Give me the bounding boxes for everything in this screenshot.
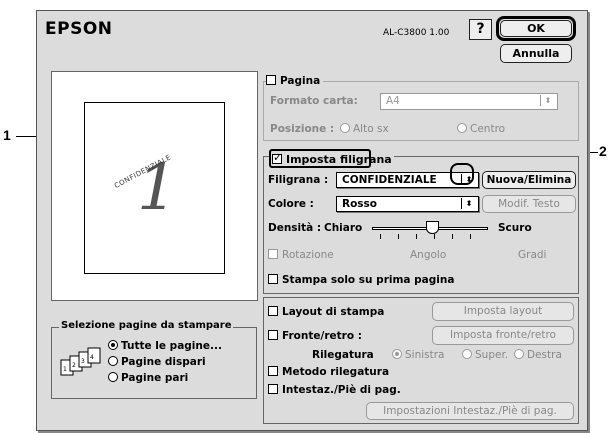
printer-model: AL-C3800 1.00 <box>383 28 450 38</box>
density-tick <box>380 234 381 239</box>
paper-size-arrow-icon: ⬍ <box>540 95 555 106</box>
density-min-label: Chiaro <box>324 222 363 234</box>
preview-panel: 1 CONFIDENZIALE <box>51 71 258 301</box>
layout-settings-button[interactable]: Imposta layout <box>432 302 574 321</box>
color-label: Colore : <box>268 198 314 210</box>
page-selection-all[interactable]: Tutte le pagine... <box>108 340 222 352</box>
color-popup[interactable]: Rosso ⬍ <box>336 196 479 212</box>
svg-text:4: 4 <box>90 354 94 361</box>
print-layout-checkbox[interactable]: Layout di stampa <box>268 306 384 318</box>
header-footer-checkbox-box[interactable] <box>268 384 278 394</box>
density-tick <box>470 234 471 239</box>
radio-odd-pages[interactable] <box>108 356 118 366</box>
ok-button[interactable]: OK <box>500 20 572 37</box>
help-button[interactable]: ? <box>469 19 492 40</box>
cancel-button[interactable]: Annulla <box>500 44 572 63</box>
print-layout-checkbox-box[interactable] <box>268 306 278 316</box>
edit-text-button[interactable]: Modif. Testo <box>482 195 576 213</box>
svg-text:2: 2 <box>72 362 76 369</box>
layout-group: Layout di stampa Imposta layout Fronte/r… <box>263 297 579 424</box>
density-max-label: Scuro <box>498 222 532 234</box>
binding-top[interactable]: Super. <box>462 349 508 361</box>
watermark-group: Imposta filigrana Filigrana : CONFIDENZI… <box>263 151 579 294</box>
page-selection-odd[interactable]: Pagine dispari <box>108 356 206 368</box>
duplex-settings-button[interactable]: Imposta fronte/retro <box>432 326 574 345</box>
radio-center[interactable] <box>457 123 467 133</box>
page-selection-title: Selezione pagine da stampare <box>59 320 234 331</box>
paper-size-label: Formato carta: <box>270 95 358 107</box>
page-selection-even[interactable]: Pagine pari <box>108 372 188 384</box>
header-footer-checkbox[interactable]: Intestaz./Piè di pag. <box>268 384 401 396</box>
svg-text:1: 1 <box>63 366 67 373</box>
binding-method-checkbox[interactable]: Metodo rilegatura <box>268 366 389 378</box>
callout-1: 1 <box>3 127 11 143</box>
first-page-only-checkbox-box[interactable] <box>268 274 278 284</box>
density-tick <box>416 234 417 239</box>
binding-right[interactable]: Destra <box>514 349 562 361</box>
radio-binding-top[interactable] <box>462 349 472 359</box>
position-top-left[interactable]: Alto sx <box>340 123 389 135</box>
radio-top-left[interactable] <box>340 123 350 133</box>
density-slider-thumb[interactable] <box>426 221 439 234</box>
radio-all-pages[interactable] <box>108 340 118 350</box>
density-tick <box>452 234 453 239</box>
preview-page: 1 CONFIDENZIALE <box>84 102 225 274</box>
density-label: Densità : <box>268 222 322 234</box>
page-setup-checkbox[interactable]: Pagina <box>266 75 324 87</box>
callout-2-highlight <box>450 163 474 185</box>
paper-size-popup[interactable]: A4 ⬍ <box>380 93 558 110</box>
page-setup-group: Pagina Formato carta: A4 ⬍ Posizione : A… <box>263 75 579 141</box>
page-selection-group: Selezione pagine da stampare 1 2 3 4 Tut… <box>51 320 257 399</box>
degrees-label: Gradi <box>518 249 547 261</box>
position-label: Posizione : <box>270 123 335 135</box>
binding-method-checkbox-box[interactable] <box>268 366 278 376</box>
density-tick <box>398 234 399 239</box>
header-footer-settings-button[interactable]: Impostazioni Intestaz./Piè di pag. <box>366 402 574 420</box>
density-tick <box>434 234 435 239</box>
pages-stack-icon: 1 2 3 4 <box>60 347 101 376</box>
new-delete-button[interactable]: Nuova/Elimina <box>482 171 576 189</box>
duplex-checkbox[interactable]: Fronte/retro : <box>268 330 362 342</box>
watermark-dialog: EPSON AL-C3800 1.00 ? OK Annulla 1 CONFI… <box>36 10 588 431</box>
duplex-checkbox-box[interactable] <box>268 330 278 340</box>
rotation-checkbox-box[interactable] <box>268 249 278 259</box>
callout-1-highlight <box>269 149 371 168</box>
svg-text:3: 3 <box>81 358 85 365</box>
epson-logo: EPSON <box>45 19 113 39</box>
binding-label: Rilegatura <box>312 349 374 361</box>
rotation-checkbox[interactable]: Rotazione <box>268 249 334 261</box>
page-setup-checkbox-box[interactable] <box>266 75 276 85</box>
watermark-label: Filigrana : <box>268 174 329 186</box>
color-arrow-icon: ⬍ <box>461 198 476 209</box>
radio-binding-right[interactable] <box>514 349 524 359</box>
radio-even-pages[interactable] <box>108 372 118 382</box>
position-center[interactable]: Centro <box>457 123 505 135</box>
first-page-only-checkbox[interactable]: Stampa solo su prima pagina <box>268 274 454 286</box>
radio-binding-left[interactable] <box>392 349 402 359</box>
binding-left[interactable]: Sinistra <box>392 349 445 361</box>
angle-label: Angolo <box>410 249 447 261</box>
callout-2: 2 <box>599 143 607 159</box>
